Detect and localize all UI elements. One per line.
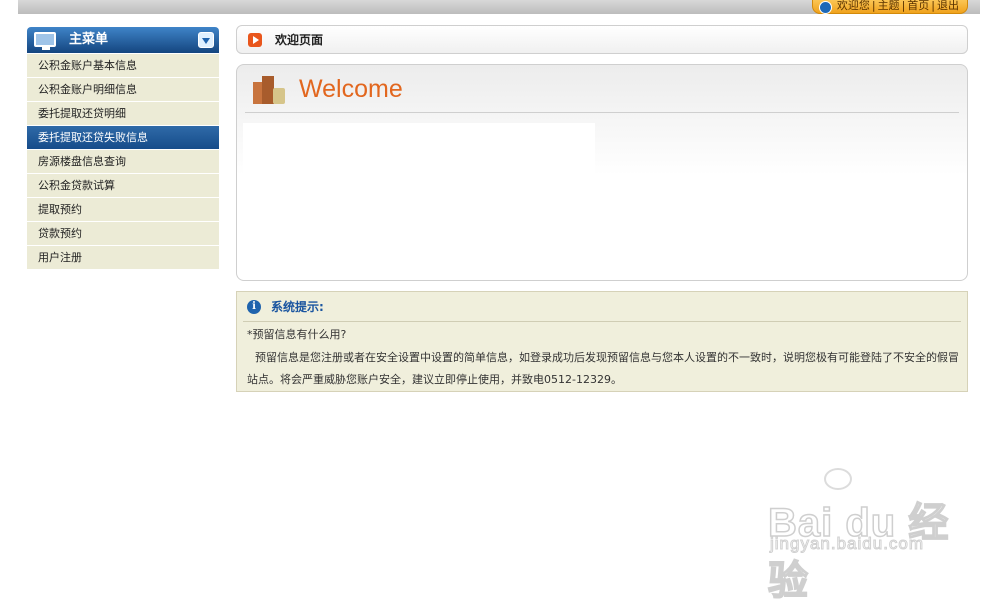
menu-title: 主菜单 [69, 32, 109, 47]
building-icon [251, 76, 287, 104]
info-icon: i [247, 300, 261, 314]
top-bar: 欢迎您 | 主题 | 首页 | 退出 [18, 0, 980, 14]
tab-welcome[interactable]: 欢迎页面 [236, 25, 968, 54]
sidebar-item-withdraw-failure[interactable]: 委托提取还贷失败信息 [27, 126, 219, 149]
watermark-url: jingyan.baidu.com [769, 534, 925, 554]
welcome-panel: Welcome [236, 64, 968, 281]
watermark: Bai du 经验 jingyan.baidu.com [764, 468, 954, 604]
paw-icon [824, 468, 852, 490]
sidebar-item-loan-booking[interactable]: 贷款预约 [27, 222, 219, 245]
system-notice: i 系统提示: *预留信息有什么用? 预留信息是您注册或者在安全设置中设置的简单… [236, 291, 968, 392]
notice-title: 系统提示: [271, 300, 324, 314]
top-link-welcome: 欢迎您 [836, 0, 870, 12]
sidebar-item-housing-query[interactable]: 房源楼盘信息查询 [27, 150, 219, 173]
play-icon [248, 33, 262, 47]
menu-header[interactable]: 主菜单 [27, 27, 219, 53]
sidebar-item-account-basic[interactable]: 公积金账户基本信息 [27, 54, 219, 77]
chevron-down-icon[interactable] [198, 32, 214, 48]
menu-list: 公积金账户基本信息 公积金账户明细信息 委托提取还贷明细 委托提取还贷失败信息 … [27, 54, 219, 269]
sidebar-item-register[interactable]: 用户注册 [27, 246, 219, 269]
monitor-icon [34, 32, 56, 50]
notice-question: *预留信息有什么用? [247, 328, 347, 341]
divider [243, 321, 961, 322]
top-link-theme[interactable]: 主题 [878, 0, 900, 12]
sidebar-item-withdraw-booking[interactable]: 提取预约 [27, 198, 219, 221]
top-link-home[interactable]: 首页 [907, 0, 929, 12]
sidebar-item-account-detail[interactable]: 公积金账户明细信息 [27, 78, 219, 101]
notice-answer: 预留信息是您注册或者在安全设置中设置的简单信息，如登录成功后发现预留信息与您本人… [247, 351, 959, 386]
top-links: 欢迎您 | 主题 | 首页 | 退出 [811, 0, 968, 14]
sidebar-item-loan-calculator[interactable]: 公积金贷款试算 [27, 174, 219, 197]
tab-title: 欢迎页面 [275, 33, 324, 47]
sidebar-item-withdraw-detail[interactable]: 委托提取还贷明细 [27, 102, 219, 125]
content-area [243, 123, 595, 175]
welcome-title: Welcome [299, 75, 403, 103]
user-icon [818, 1, 832, 14]
divider [245, 112, 959, 113]
sidebar: 主菜单 公积金账户基本信息 公积金账户明细信息 委托提取还贷明细 委托提取还贷失… [27, 27, 219, 269]
top-link-logout[interactable]: 退出 [937, 0, 959, 12]
